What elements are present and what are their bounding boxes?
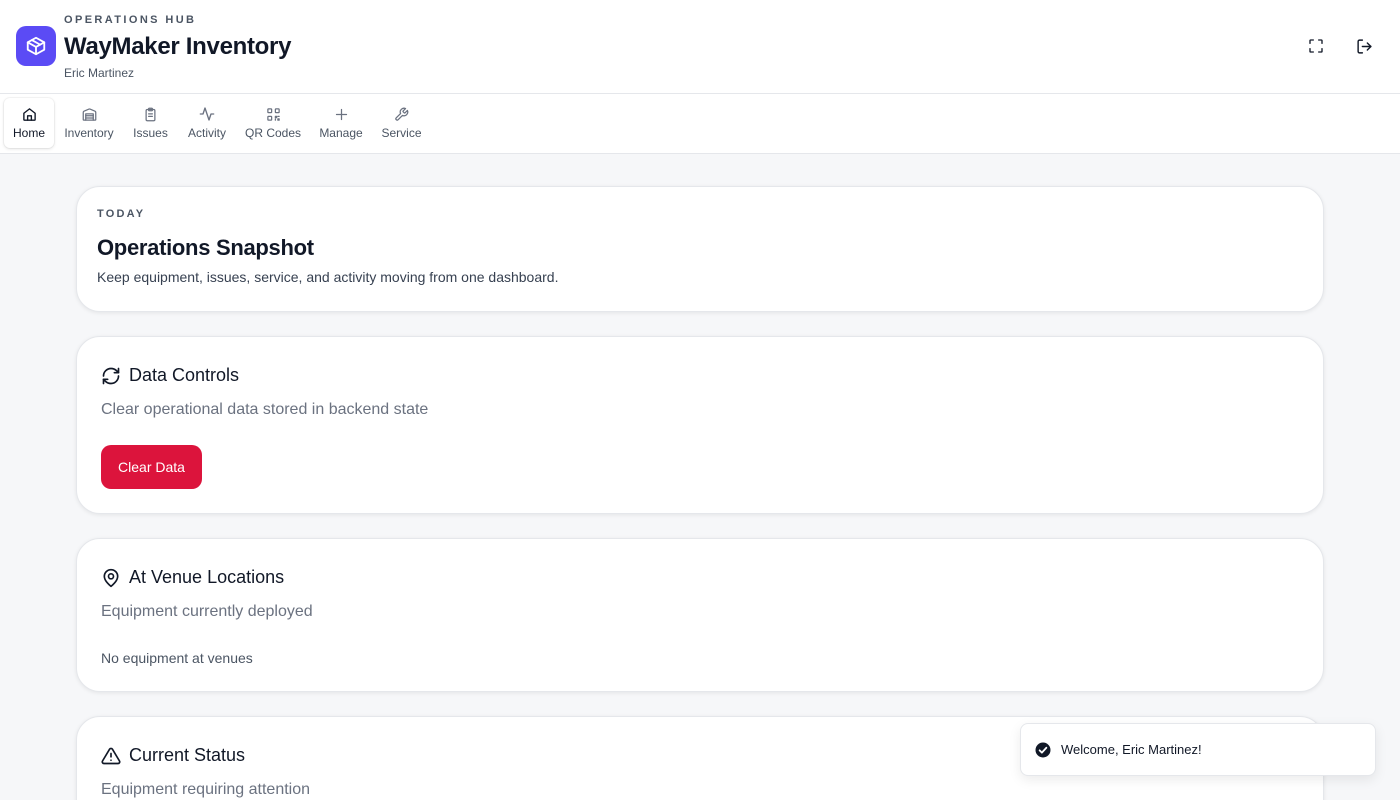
nav-item-manage[interactable]: Manage bbox=[314, 98, 368, 148]
nav-item-service[interactable]: Service bbox=[376, 98, 427, 148]
clear-data-button[interactable]: Clear Data bbox=[101, 445, 202, 489]
nav-item-home[interactable]: Home bbox=[4, 98, 54, 148]
nav-item-activity[interactable]: Activity bbox=[181, 98, 233, 148]
activity-icon bbox=[199, 106, 215, 122]
clipboard-icon bbox=[143, 106, 159, 122]
home-icon bbox=[21, 106, 37, 122]
refresh-icon bbox=[101, 366, 121, 386]
nav-item-inventory[interactable]: Inventory bbox=[58, 98, 120, 148]
data-controls-header: Data Controls bbox=[101, 365, 239, 386]
nav-label: Home bbox=[12, 126, 45, 140]
nav-label: Inventory bbox=[64, 126, 114, 140]
nav-item-qr-codes[interactable]: QR Codes bbox=[241, 98, 305, 148]
current-status-header: Current Status bbox=[101, 745, 245, 766]
app-title: WayMaker Inventory bbox=[64, 33, 292, 60]
app-header: OPERATIONS HUB WayMaker Inventory Eric M… bbox=[0, 0, 1400, 94]
snapshot-card: TODAY Operations Snapshot Keep equipment… bbox=[76, 186, 1324, 312]
map-pin-icon bbox=[101, 568, 121, 588]
nav-item-issues[interactable]: Issues bbox=[128, 98, 173, 148]
venue-locations-header: At Venue Locations bbox=[101, 567, 284, 588]
user-name: Eric Martinez bbox=[64, 66, 135, 80]
current-status-description: Equipment requiring attention bbox=[101, 781, 311, 798]
toast-message: Welcome, Eric Martinez! bbox=[1061, 742, 1202, 757]
data-controls-description: Clear operational data stored in backend… bbox=[101, 401, 429, 418]
data-controls-title: Data Controls bbox=[129, 365, 240, 385]
header-eyebrow: OPERATIONS HUB bbox=[64, 14, 197, 26]
plus-icon bbox=[333, 106, 349, 122]
venue-empty-state: No equipment at venues bbox=[101, 650, 253, 666]
logout-icon[interactable] bbox=[1352, 34, 1376, 58]
wrench-icon bbox=[394, 106, 410, 122]
nav-label: Manage bbox=[319, 126, 363, 140]
warehouse-icon bbox=[81, 106, 97, 122]
alert-triangle-icon bbox=[101, 746, 121, 766]
fullscreen-icon[interactable] bbox=[1304, 34, 1328, 58]
check-circle-icon bbox=[1034, 741, 1052, 759]
current-status-title: Current Status bbox=[129, 745, 246, 765]
main-nav: Home Inventory Issues Activity QR Codes … bbox=[0, 94, 1400, 154]
package-icon bbox=[16, 26, 56, 66]
nav-label: QR Codes bbox=[244, 126, 302, 140]
nav-label: Issues bbox=[133, 126, 168, 140]
nav-label: Service bbox=[381, 126, 422, 140]
venue-locations-title: At Venue Locations bbox=[129, 567, 285, 587]
data-controls-card: Data Controls Clear operational data sto… bbox=[76, 336, 1324, 514]
snapshot-eyebrow: TODAY bbox=[97, 208, 146, 220]
snapshot-title: Operations Snapshot bbox=[97, 235, 314, 260]
nav-label: Activity bbox=[187, 126, 226, 140]
welcome-toast[interactable]: Welcome, Eric Martinez! bbox=[1020, 723, 1376, 776]
qr-code-icon bbox=[265, 106, 281, 122]
venue-locations-card: At Venue Locations Equipment currently d… bbox=[76, 538, 1324, 692]
venue-locations-description: Equipment currently deployed bbox=[101, 603, 313, 620]
snapshot-subtitle: Keep equipment, issues, service, and act… bbox=[97, 269, 559, 285]
